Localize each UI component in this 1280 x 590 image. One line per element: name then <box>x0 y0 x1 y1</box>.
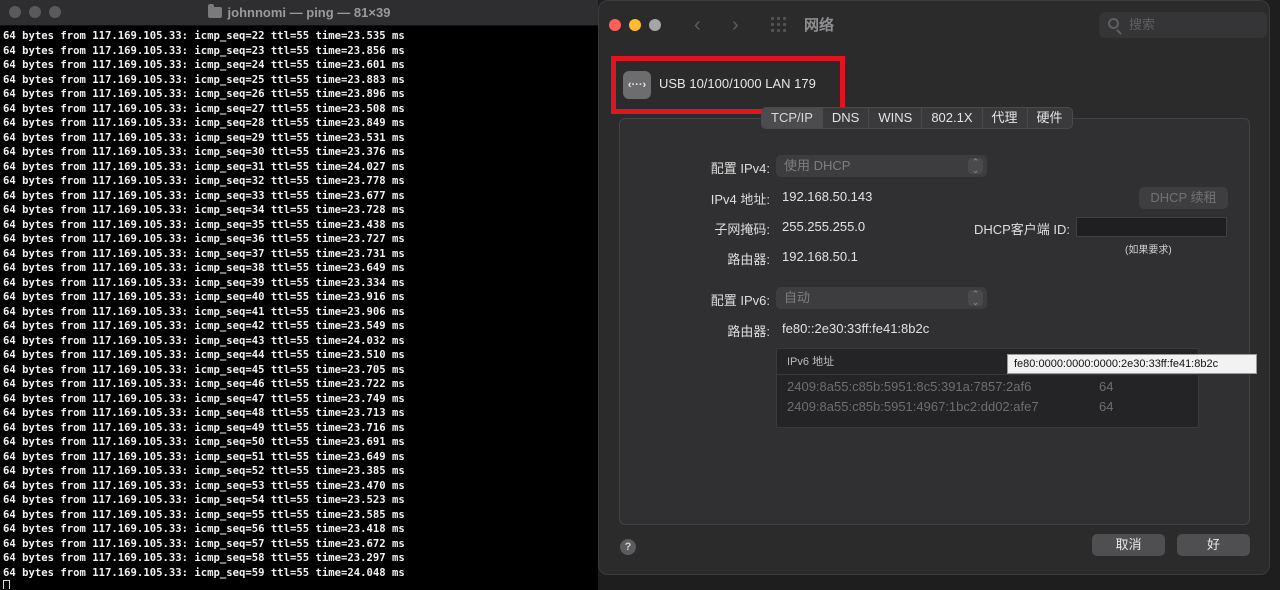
interface-name: USB 10/100/1000 LAN 179 <box>659 76 816 91</box>
help-icon[interactable]: ? <box>620 539 636 555</box>
terminal-titlebar: johnnomi — ping — 81×39 <box>0 0 598 26</box>
text-cursor <box>3 580 10 589</box>
tab-8021x[interactable]: 802.1X <box>922 108 983 128</box>
subnet-mask-label: 子网掩码: <box>714 222 770 237</box>
ipv4-address-label: IPv4 地址: <box>710 192 770 207</box>
ok-button[interactable]: 好 <box>1177 534 1250 556</box>
router-tooltip: fe80:0000:0000:0000:2e30:33ff:fe41:8b2c <box>1007 354 1257 374</box>
prefs-title: 网络 <box>804 17 835 34</box>
router-ipv6-value: fe80::2e30:33ff:fe41:8b2c <box>782 321 930 336</box>
terminal-title-text: johnnomi — ping — 81×39 <box>227 5 391 20</box>
terminal-line: 64 bytes from 117.169.105.33: icmp_seq=2… <box>3 117 405 129</box>
terminal-line: 64 bytes from 117.169.105.33: icmp_seq=5… <box>3 465 405 477</box>
folder-icon <box>207 4 222 18</box>
terminal-line: 64 bytes from 117.169.105.33: icmp_seq=3… <box>3 262 405 274</box>
terminal-line: 64 bytes from 117.169.105.33: icmp_seq=3… <box>3 189 405 202</box>
show-all-grid-icon[interactable] <box>771 17 787 33</box>
terminal-line: 64 bytes from 117.169.105.33: icmp_seq=3… <box>3 204 405 216</box>
terminal-line: 64 bytes from 117.169.105.33: icmp_seq=3… <box>3 218 405 231</box>
configure-ipv4-select[interactable]: 使用 DHCP ⌃ ⌄ <box>776 155 987 177</box>
ipv4-address-value: 192.168.50.143 <box>782 189 873 204</box>
terminal-line: 64 bytes from 117.169.105.33: icmp_seq=2… <box>3 30 405 42</box>
terminal-line: 64 bytes from 117.169.105.33: icmp_seq=5… <box>3 450 405 463</box>
terminal-line: 64 bytes from 117.169.105.33: icmp_seq=4… <box>3 291 405 303</box>
terminal-line: 64 bytes from 117.169.105.33: icmp_seq=2… <box>3 102 405 115</box>
cancel-button[interactable]: 取消 <box>1092 534 1165 556</box>
network-preferences-backdrop: ‹ › 网络 搜索 ‹···› USB 10/100/1000 LAN 179 … <box>598 0 1280 590</box>
terminal-line: 64 bytes from 117.169.105.33: icmp_seq=3… <box>3 276 405 289</box>
terminal-line: 64 bytes from 117.169.105.33: icmp_seq=3… <box>3 247 405 260</box>
terminal-line: 64 bytes from 117.169.105.33: icmp_seq=3… <box>3 233 405 245</box>
forward-arrow-icon[interactable]: › <box>732 13 739 37</box>
ipv6-prefix-row-1: 64 <box>1099 379 1114 394</box>
dhcp-client-id-label: DHCP客户端 ID: <box>973 222 1070 237</box>
configure-ipv4-value: 使用 DHCP <box>784 158 851 173</box>
router-ipv4-label: 路由器: <box>727 252 770 267</box>
terminal-line: 64 bytes from 117.169.105.33: icmp_seq=4… <box>3 392 405 405</box>
terminal-line: 64 bytes from 117.169.105.33: icmp_seq=4… <box>3 320 405 332</box>
subnet-mask-value: 255.255.255.0 <box>782 219 866 234</box>
search-field[interactable]: 搜索 <box>1099 12 1267 38</box>
tab-wins[interactable]: WINS <box>869 108 923 128</box>
terminal-line: 64 bytes from 117.169.105.33: icmp_seq=5… <box>3 552 405 564</box>
terminal-line: 64 bytes from 117.169.105.33: icmp_seq=4… <box>3 421 405 434</box>
terminal-line: 64 bytes from 117.169.105.33: icmp_seq=5… <box>3 523 405 535</box>
network-preferences-window: ‹ › 网络 搜索 ‹···› USB 10/100/1000 LAN 179 … <box>598 0 1270 575</box>
terminal-line: 64 bytes from 117.169.105.33: icmp_seq=2… <box>3 44 405 57</box>
ethernet-icon: ‹···› <box>623 71 651 99</box>
terminal-line: 64 bytes from 117.169.105.33: icmp_seq=3… <box>3 160 405 173</box>
terminal-line: 64 bytes from 117.169.105.33: icmp_seq=2… <box>3 88 405 100</box>
router-ipv4-value: 192.168.50.1 <box>782 249 858 264</box>
terminal-title: johnnomi — ping — 81×39 <box>0 0 598 26</box>
configure-ipv6-value: 自动 <box>784 290 811 305</box>
prefs-zoom-button[interactable] <box>649 19 661 31</box>
search-placeholder: 搜索 <box>1129 17 1156 32</box>
terminal-line: 64 bytes from 117.169.105.33: icmp_seq=5… <box>3 508 405 521</box>
terminal-output[interactable]: 64 bytes from 117.169.105.33: icmp_seq=2… <box>3 29 593 589</box>
ipv6-address-row-1[interactable]: 2409:8a55:c85b:5951:8c5:391a:7857:2af6 <box>787 379 1031 394</box>
back-arrow-icon[interactable]: ‹ <box>694 13 701 37</box>
search-icon <box>1108 18 1119 29</box>
dhcp-renew-button[interactable]: DHCP 续租 <box>1139 187 1228 209</box>
dhcp-client-id-hint: (如果要求) <box>1125 245 1172 256</box>
interface-highlight-box: ‹···› USB 10/100/1000 LAN 179 <box>611 56 845 114</box>
terminal-line: 64 bytes from 117.169.105.33: icmp_seq=2… <box>3 59 405 71</box>
terminal-line: 64 bytes from 117.169.105.33: icmp_seq=5… <box>3 494 405 506</box>
ipv6-prefix-row-2: 64 <box>1099 399 1114 414</box>
settings-tab-bar: TCP/IP DNS WINS 802.1X 代理 硬件 <box>761 107 1073 129</box>
tab-dns[interactable]: DNS <box>823 108 870 128</box>
terminal-line: 64 bytes from 117.169.105.33: icmp_seq=3… <box>3 146 405 158</box>
terminal-line: 64 bytes from 117.169.105.33: icmp_seq=5… <box>3 566 405 579</box>
settings-panel: 配置 IPv4: 使用 DHCP ⌃ ⌄ IPv4 地址: 192.168.50.… <box>619 118 1250 525</box>
select-chevron-icon: ⌃ ⌄ <box>968 158 983 175</box>
configure-ipv6-label: 配置 IPv6: <box>710 293 770 308</box>
terminal-line: 64 bytes from 117.169.105.33: icmp_seq=4… <box>3 378 405 390</box>
ipv6-address-row-2[interactable]: 2409:8a55:c85b:5951:4967:1bc2:dd02:afe7 <box>787 399 1039 414</box>
tab-hardware[interactable]: 硬件 <box>1028 108 1072 128</box>
terminal-line: 64 bytes from 117.169.105.33: icmp_seq=5… <box>3 537 405 550</box>
terminal-line: 64 bytes from 117.169.105.33: icmp_seq=2… <box>3 131 405 144</box>
tab-tcpip[interactable]: TCP/IP <box>762 108 823 128</box>
terminal-line: 64 bytes from 117.169.105.33: icmp_seq=4… <box>3 334 405 347</box>
prefs-close-button[interactable] <box>609 19 621 31</box>
terminal-line: 64 bytes from 117.169.105.33: icmp_seq=5… <box>3 479 405 492</box>
dhcp-client-id-input[interactable] <box>1076 217 1227 237</box>
terminal-line: 64 bytes from 117.169.105.33: icmp_seq=5… <box>3 436 405 448</box>
tab-proxy[interactable]: 代理 <box>983 108 1028 128</box>
terminal-line: 64 bytes from 117.169.105.33: icmp_seq=4… <box>3 363 405 376</box>
configure-ipv6-select[interactable]: 自动 ⌃ ⌄ <box>776 287 987 309</box>
terminal-window: johnnomi — ping — 81×39 64 bytes from 11… <box>0 0 598 590</box>
terminal-cursor-line <box>3 580 593 589</box>
terminal-line: 64 bytes from 117.169.105.33: icmp_seq=4… <box>3 407 405 419</box>
terminal-line: 64 bytes from 117.169.105.33: icmp_seq=2… <box>3 73 405 86</box>
prefs-toolbar: ‹ › 网络 搜索 <box>599 1 1269 51</box>
select-chevron-icon: ⌃ ⌄ <box>968 290 983 307</box>
configure-ipv4-label: 配置 IPv4: <box>710 161 770 176</box>
terminal-line: 64 bytes from 117.169.105.33: icmp_seq=4… <box>3 305 405 318</box>
terminal-line: 64 bytes from 117.169.105.33: icmp_seq=4… <box>3 349 405 361</box>
prefs-minimize-button[interactable] <box>629 19 641 31</box>
router-ipv6-label: 路由器: <box>727 324 770 339</box>
terminal-line: 64 bytes from 117.169.105.33: icmp_seq=3… <box>3 175 405 187</box>
